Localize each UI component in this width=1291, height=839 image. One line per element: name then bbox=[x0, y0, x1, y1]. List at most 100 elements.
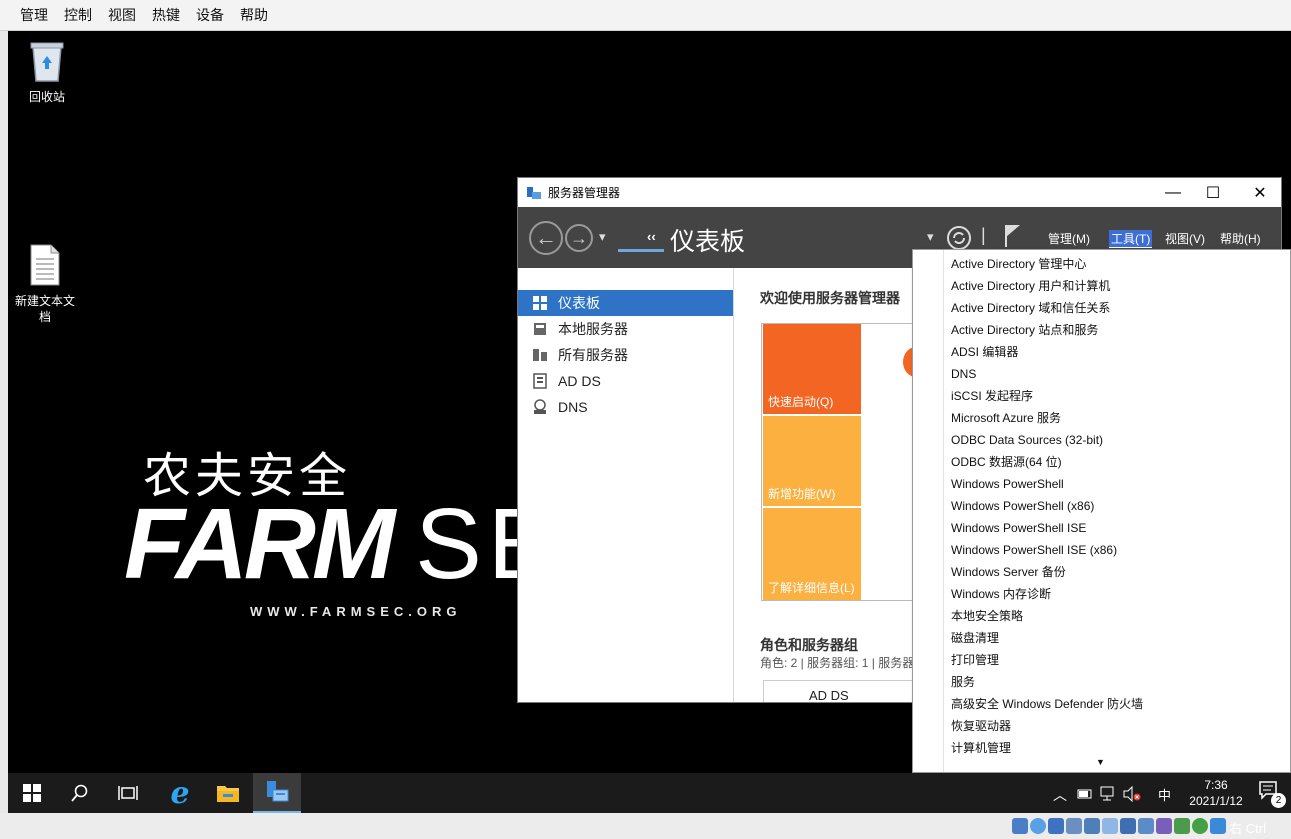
internet-explorer-button[interactable]: e bbox=[156, 773, 204, 813]
history-dropdown-icon[interactable]: ▾ bbox=[599, 229, 606, 245]
menu-view[interactable]: 视图(V) bbox=[1163, 230, 1207, 247]
sidebar-item-all-servers[interactable]: 所有服务器 bbox=[518, 342, 733, 368]
internet-explorer-icon: e bbox=[170, 775, 190, 811]
menu-item-local-security-policy[interactable]: 本地安全策略 bbox=[951, 605, 1023, 627]
refresh-icon[interactable] bbox=[946, 225, 972, 251]
menu-item-ad-admin-center[interactable]: Active Directory 管理中心 bbox=[951, 253, 1086, 275]
vm-menu-devices[interactable]: 设备 bbox=[188, 3, 232, 27]
volume-muted-icon[interactable] bbox=[1123, 786, 1141, 802]
folder-icon bbox=[217, 786, 239, 802]
display-icon[interactable] bbox=[1120, 818, 1136, 834]
tools-dropdown-menu: Active Directory 管理中心 Active Directory 用… bbox=[912, 249, 1291, 773]
menu-item-ad-users-computers[interactable]: Active Directory 用户和计算机 bbox=[951, 275, 1110, 297]
menu-tools[interactable]: 工具(T) bbox=[1109, 230, 1153, 248]
maximize-button[interactable]: ☐ bbox=[1190, 178, 1236, 207]
tile-quick-start[interactable]: 快速启动(Q) bbox=[763, 324, 861, 414]
new-text-document-shortcut[interactable]: 新建文本文 档 bbox=[8, 243, 82, 325]
sidebar-item-dashboard[interactable]: 仪表板 bbox=[518, 290, 733, 316]
search-button[interactable] bbox=[56, 773, 104, 813]
notifications-flag-icon[interactable] bbox=[1004, 223, 1022, 249]
forward-arrow-icon[interactable]: → bbox=[565, 224, 593, 252]
clock-date: 2021/1/12 bbox=[1189, 794, 1243, 808]
menu-item-azure-services[interactable]: Microsoft Azure 服务 bbox=[951, 407, 1061, 429]
menu-item-powershell-x86[interactable]: Windows PowerShell (x86) bbox=[951, 495, 1094, 517]
logo-main-text: FARM SE bbox=[124, 494, 561, 594]
menu-item-iscsi-initiator[interactable]: iSCSI 发起程序 bbox=[951, 385, 1033, 407]
recording-icon[interactable] bbox=[1138, 818, 1154, 834]
vm-menu-manage[interactable]: 管理 bbox=[12, 3, 56, 27]
dashboard-icon bbox=[533, 296, 547, 310]
tile-whats-new[interactable]: 新增功能(W) bbox=[763, 416, 861, 506]
recycle-bin-shortcut[interactable]: 回收站 bbox=[10, 39, 84, 105]
notification-count-badge: 2 bbox=[1271, 793, 1286, 808]
sidebar-item-label: 本地服务器 bbox=[558, 321, 628, 337]
menu-item-print-management[interactable]: 打印管理 bbox=[951, 649, 999, 671]
back-arrow-icon[interactable]: ← bbox=[529, 221, 563, 255]
vm-menu-view[interactable]: 视图 bbox=[100, 3, 144, 27]
farmsec-wallpaper-logo: 农夫安全 FARM SE WWW.FARMSEC.ORG bbox=[118, 436, 554, 626]
vm-statusbar: 右 Ctrl bbox=[0, 813, 1291, 839]
keyboard-capture-icon[interactable] bbox=[1210, 818, 1226, 834]
taskbar: e ︿ 中 7:36 2021/1/12 2 bbox=[8, 773, 1291, 813]
vm-menubar: 管理 控制 视图 热键 设备 帮助 bbox=[0, 0, 1291, 31]
menu-item-services[interactable]: 服务 bbox=[951, 671, 975, 693]
start-button[interactable] bbox=[8, 773, 56, 813]
menu-item-powershell-ise-x86[interactable]: Windows PowerShell ISE (x86) bbox=[951, 539, 1117, 561]
mouse-integration-icon[interactable] bbox=[1174, 818, 1190, 834]
menu-item-memory-diagnostic[interactable]: Windows 内存诊断 bbox=[951, 583, 1051, 605]
window-title: 服务器管理器 bbox=[548, 186, 621, 200]
action-center-button[interactable]: 2 bbox=[1259, 781, 1286, 808]
menu-help[interactable]: 帮助(H) bbox=[1218, 230, 1263, 247]
sidebar-item-local-server[interactable]: 本地服务器 bbox=[518, 316, 733, 342]
menu-manage[interactable]: 管理(M) bbox=[1046, 230, 1092, 247]
audio-icon[interactable] bbox=[1048, 818, 1064, 834]
menu-item-odbc-64[interactable]: ODBC 数据源(64 位) bbox=[951, 451, 1062, 473]
shared-folders-icon[interactable] bbox=[1102, 818, 1118, 834]
menu-item-powershell-ise[interactable]: Windows PowerShell ISE bbox=[951, 517, 1086, 539]
dns-icon bbox=[534, 399, 546, 414]
recycle-bin-label: 回收站 bbox=[28, 90, 65, 104]
close-button[interactable]: ✕ bbox=[1237, 178, 1281, 207]
search-icon bbox=[71, 784, 88, 802]
logo-main: FARM bbox=[124, 488, 395, 600]
roles-summary: 角色: 2 | 服务器组: 1 | 服务器 bbox=[760, 656, 915, 670]
vm-menu-control[interactable]: 控制 bbox=[56, 3, 100, 27]
cpu-icon[interactable] bbox=[1156, 818, 1172, 834]
file-explorer-button[interactable] bbox=[204, 773, 252, 813]
menu-item-recovery-drive[interactable]: 恢复驱动器 bbox=[951, 715, 1011, 737]
network-adapter-icon[interactable] bbox=[1066, 818, 1082, 834]
menu-item-powershell[interactable]: Windows PowerShell bbox=[951, 473, 1064, 495]
network-icon[interactable] bbox=[1100, 786, 1116, 802]
menu-item-ad-sites-services[interactable]: Active Directory 站点和服务 bbox=[951, 319, 1098, 341]
battery-icon[interactable] bbox=[1077, 787, 1093, 801]
sidebar-item-dns[interactable]: DNS bbox=[518, 394, 733, 420]
vm-menu-help[interactable]: 帮助 bbox=[232, 3, 276, 27]
server-manager-taskbar-button[interactable] bbox=[253, 773, 301, 813]
vm-menu-hotkeys[interactable]: 热键 bbox=[144, 3, 188, 27]
clock[interactable]: 7:36 2021/1/12 bbox=[1181, 777, 1251, 809]
guest-additions-icon[interactable] bbox=[1192, 818, 1208, 834]
host-key-label: 右 Ctrl bbox=[1229, 821, 1266, 836]
task-view-button[interactable] bbox=[104, 773, 152, 813]
role-card-ad-ds[interactable]: AD DS bbox=[763, 680, 923, 703]
menu-scroll-down-icon[interactable]: ▼ bbox=[1096, 757, 1105, 767]
sidebar-item-ad-ds[interactable]: AD DS bbox=[518, 368, 733, 394]
menu-item-defender-firewall[interactable]: 高级安全 Windows Defender 防火墙 bbox=[951, 693, 1143, 715]
role-card-label: AD DS bbox=[809, 688, 849, 703]
menu-item-computer-management[interactable]: 计算机管理 bbox=[951, 737, 1011, 759]
menu-item-odbc-32[interactable]: ODBC Data Sources (32-bit) bbox=[951, 429, 1103, 451]
menu-item-disk-cleanup[interactable]: 磁盘清理 bbox=[951, 627, 999, 649]
ime-indicator[interactable]: 中 bbox=[1158, 785, 1171, 804]
hard-disk-icon[interactable] bbox=[1012, 818, 1028, 834]
tile-learn-more[interactable]: 了解详细信息(L) bbox=[763, 508, 861, 600]
menu-item-ad-domains-trusts[interactable]: Active Directory 域和信任关系 bbox=[951, 297, 1110, 319]
menu-item-server-backup[interactable]: Windows Server 备份 bbox=[951, 561, 1066, 583]
breadcrumb-dropdown-icon[interactable]: ▾ bbox=[927, 229, 934, 245]
window-titlebar[interactable]: 服务器管理器 — ☐ ✕ bbox=[518, 178, 1281, 207]
menu-item-dns[interactable]: DNS bbox=[951, 363, 976, 385]
usb-icon[interactable] bbox=[1084, 818, 1100, 834]
menu-item-adsi-edit[interactable]: ADSI 编辑器 bbox=[951, 341, 1018, 363]
show-hidden-icons-chevron-icon[interactable]: ︿ bbox=[1053, 785, 1067, 805]
optical-drive-icon[interactable] bbox=[1030, 818, 1046, 834]
sidebar-item-label: DNS bbox=[558, 399, 588, 415]
